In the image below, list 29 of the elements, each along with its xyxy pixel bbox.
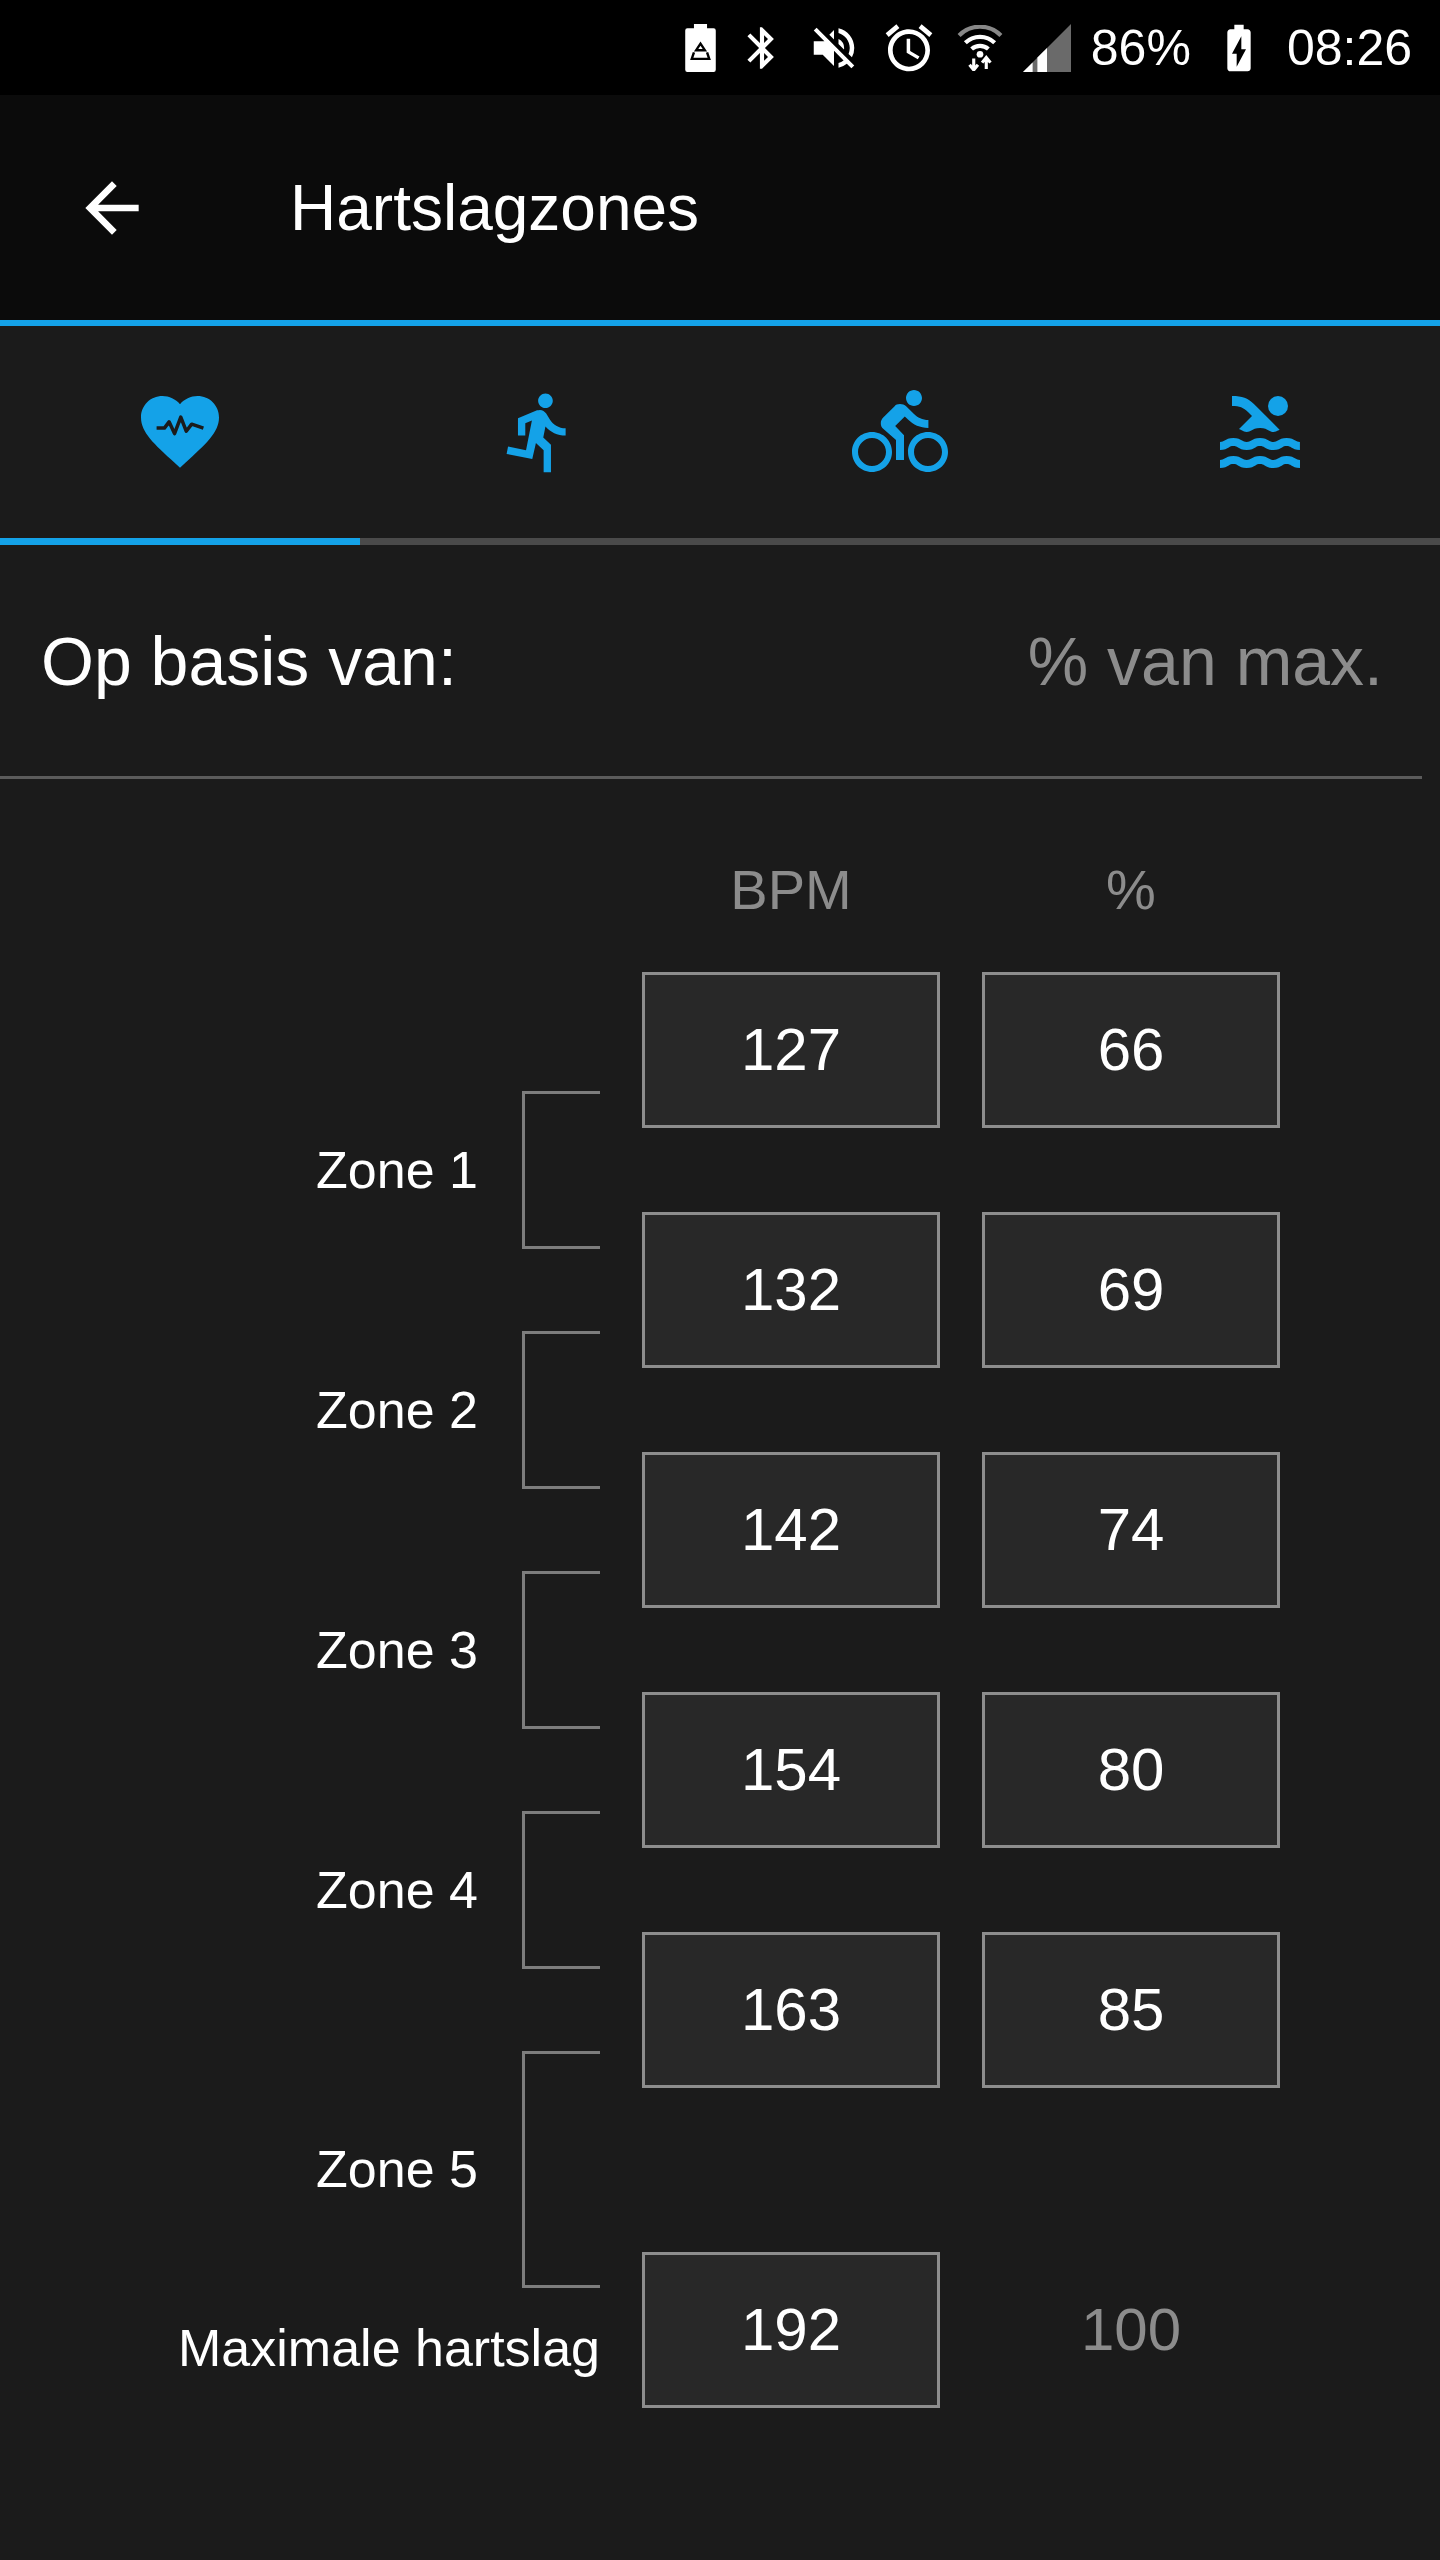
battery-percentage: 86% — [1090, 22, 1191, 73]
zone-label: Zone 5 — [316, 2139, 478, 2200]
wifi-icon — [956, 24, 1003, 71]
bpm-field[interactable]: 132 — [642, 1212, 940, 1368]
max-heart-rate-label: Maximale hartslag — [178, 2318, 600, 2379]
percent-field[interactable]: 80 — [982, 1692, 1280, 1848]
screen-title: Hartslagzones — [290, 170, 700, 246]
bpm-field[interactable]: 163 — [642, 1932, 940, 2088]
percent-field[interactable]: 69 — [982, 1212, 1280, 1368]
heart-pulse-icon — [141, 396, 219, 468]
signal-icon — [1022, 23, 1071, 72]
percent-field[interactable]: 85 — [982, 1932, 1280, 2088]
setting-label: Op basis van: — [41, 621, 457, 701]
setting-value[interactable]: % van max. — [1027, 609, 1383, 712]
bpm-field[interactable]: 192 — [642, 2252, 940, 2408]
percent-field[interactable]: 74 — [982, 1452, 1280, 1608]
zone-label: Zone 4 — [316, 1859, 478, 1921]
clock-time: 08:26 — [1286, 22, 1412, 73]
column-header: BPM — [730, 857, 852, 923]
zone-label: Zone 2 — [316, 1379, 478, 1441]
column-header: % — [1106, 857, 1156, 923]
battery-saver-icon — [683, 23, 717, 72]
bpm-field[interactable]: 154 — [642, 1692, 940, 1848]
max-percent-value: 100 — [1080, 2295, 1182, 2365]
zone-label: Zone 1 — [316, 1139, 478, 1201]
bpm-field[interactable]: 142 — [642, 1452, 940, 1608]
percent-field[interactable]: 66 — [982, 972, 1280, 1128]
bpm-field[interactable]: 127 — [642, 972, 940, 1128]
zone-label: Zone 3 — [316, 1619, 478, 1681]
